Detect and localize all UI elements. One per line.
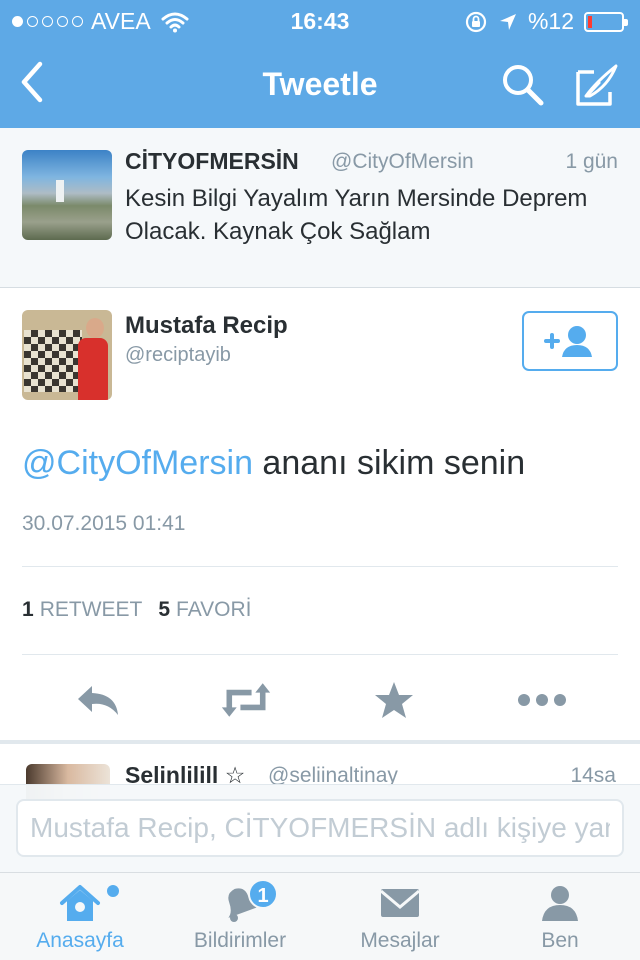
- envelope-icon: [380, 889, 420, 917]
- tab-label: Bildirimler: [193, 929, 287, 952]
- unread-dot: [107, 885, 119, 897]
- retweet-icon: [221, 683, 271, 717]
- tab-me[interactable]: Ben: [480, 873, 640, 960]
- mention-link[interactable]: @CityOfMersin: [22, 444, 253, 482]
- tab-label: Mesajlar: [360, 929, 440, 952]
- battery-level: [588, 15, 592, 28]
- favorite-stat[interactable]: 5 FAVORİ: [158, 598, 251, 622]
- reply-bar: [0, 784, 640, 872]
- battery-icon: [584, 11, 628, 32]
- notification-badge: 1: [248, 879, 278, 909]
- search-icon[interactable]: [500, 62, 546, 108]
- retweet-count: 1: [22, 598, 34, 621]
- favorite-button[interactable]: [368, 676, 420, 724]
- rotation-lock-icon: [465, 11, 487, 32]
- divider: [0, 740, 640, 744]
- status-right: %12: [464, 8, 628, 35]
- avatar[interactable]: [22, 310, 112, 400]
- tab-notifications[interactable]: 1 Bildirimler: [160, 873, 320, 960]
- author-name[interactable]: Mustafa Recip: [125, 312, 288, 340]
- status-bar: AVEA 16:43 %12: [0, 0, 640, 40]
- author-name[interactable]: CİTYOFMERSİN: [125, 148, 299, 175]
- more-icon: [518, 694, 566, 706]
- tweet-body: ananı sikim senin: [252, 444, 526, 482]
- tab-label: Ben: [541, 929, 579, 952]
- retweet-stat[interactable]: 1 RETWEET: [22, 598, 142, 622]
- tweet-time: 1 gün: [565, 150, 618, 173]
- author-handle: @reciptayib: [125, 344, 231, 366]
- person-icon: [542, 886, 578, 921]
- header: AVEA 16:43 %12 Tweetle: [0, 0, 640, 128]
- avatar-person-body: [78, 338, 108, 400]
- retweet-label: RETWEET: [39, 598, 143, 621]
- divider: [22, 566, 618, 567]
- tab-bar: Anasayfa 1 Bildirimler Mesajlar Ben: [0, 872, 640, 960]
- follow-button[interactable]: [522, 311, 618, 371]
- author-handle: @CityOfMersin: [331, 150, 474, 173]
- location-arrow-icon: [499, 13, 516, 30]
- more-button[interactable]: [516, 676, 568, 724]
- tweet-stats: 1 RETWEET 5 FAVORİ: [22, 598, 252, 622]
- tab-home[interactable]: Anasayfa: [0, 873, 160, 960]
- reply-icon: [78, 686, 118, 715]
- tweet-date: 30.07.2015 01:41: [22, 512, 186, 535]
- compose-icon[interactable]: [574, 62, 620, 108]
- favorite-count: 5: [158, 598, 171, 621]
- favorite-label: FAVORİ: [176, 598, 252, 621]
- avatar[interactable]: [22, 150, 112, 240]
- reply-button[interactable]: [72, 676, 124, 724]
- tweet-text: Kesin Bilgi Yayalım Yarın Mersinde Depre…: [125, 185, 588, 245]
- avatar-chessboard: [24, 330, 82, 392]
- avatar-person-head: [86, 318, 104, 338]
- star-icon: [375, 682, 413, 718]
- avatar-photo: [56, 180, 64, 202]
- tweet-actions: [0, 676, 640, 724]
- tweet-text: @CityOfMersin ananı sikim senin: [22, 444, 525, 483]
- navigation-bar: Tweetle: [0, 40, 640, 128]
- tab-label: Anasayfa: [36, 929, 124, 952]
- battery-percent: %12: [527, 8, 574, 34]
- divider: [22, 654, 618, 655]
- retweet-button[interactable]: [220, 676, 272, 724]
- parent-tweet[interactable]: CİTYOFMERSİN @CityOfMersin 1 gün Kesin B…: [0, 128, 640, 288]
- add-user-icon: [544, 326, 592, 357]
- home-icon: [60, 885, 100, 921]
- tab-messages[interactable]: Mesajlar: [320, 873, 480, 960]
- reply-input[interactable]: [16, 799, 624, 857]
